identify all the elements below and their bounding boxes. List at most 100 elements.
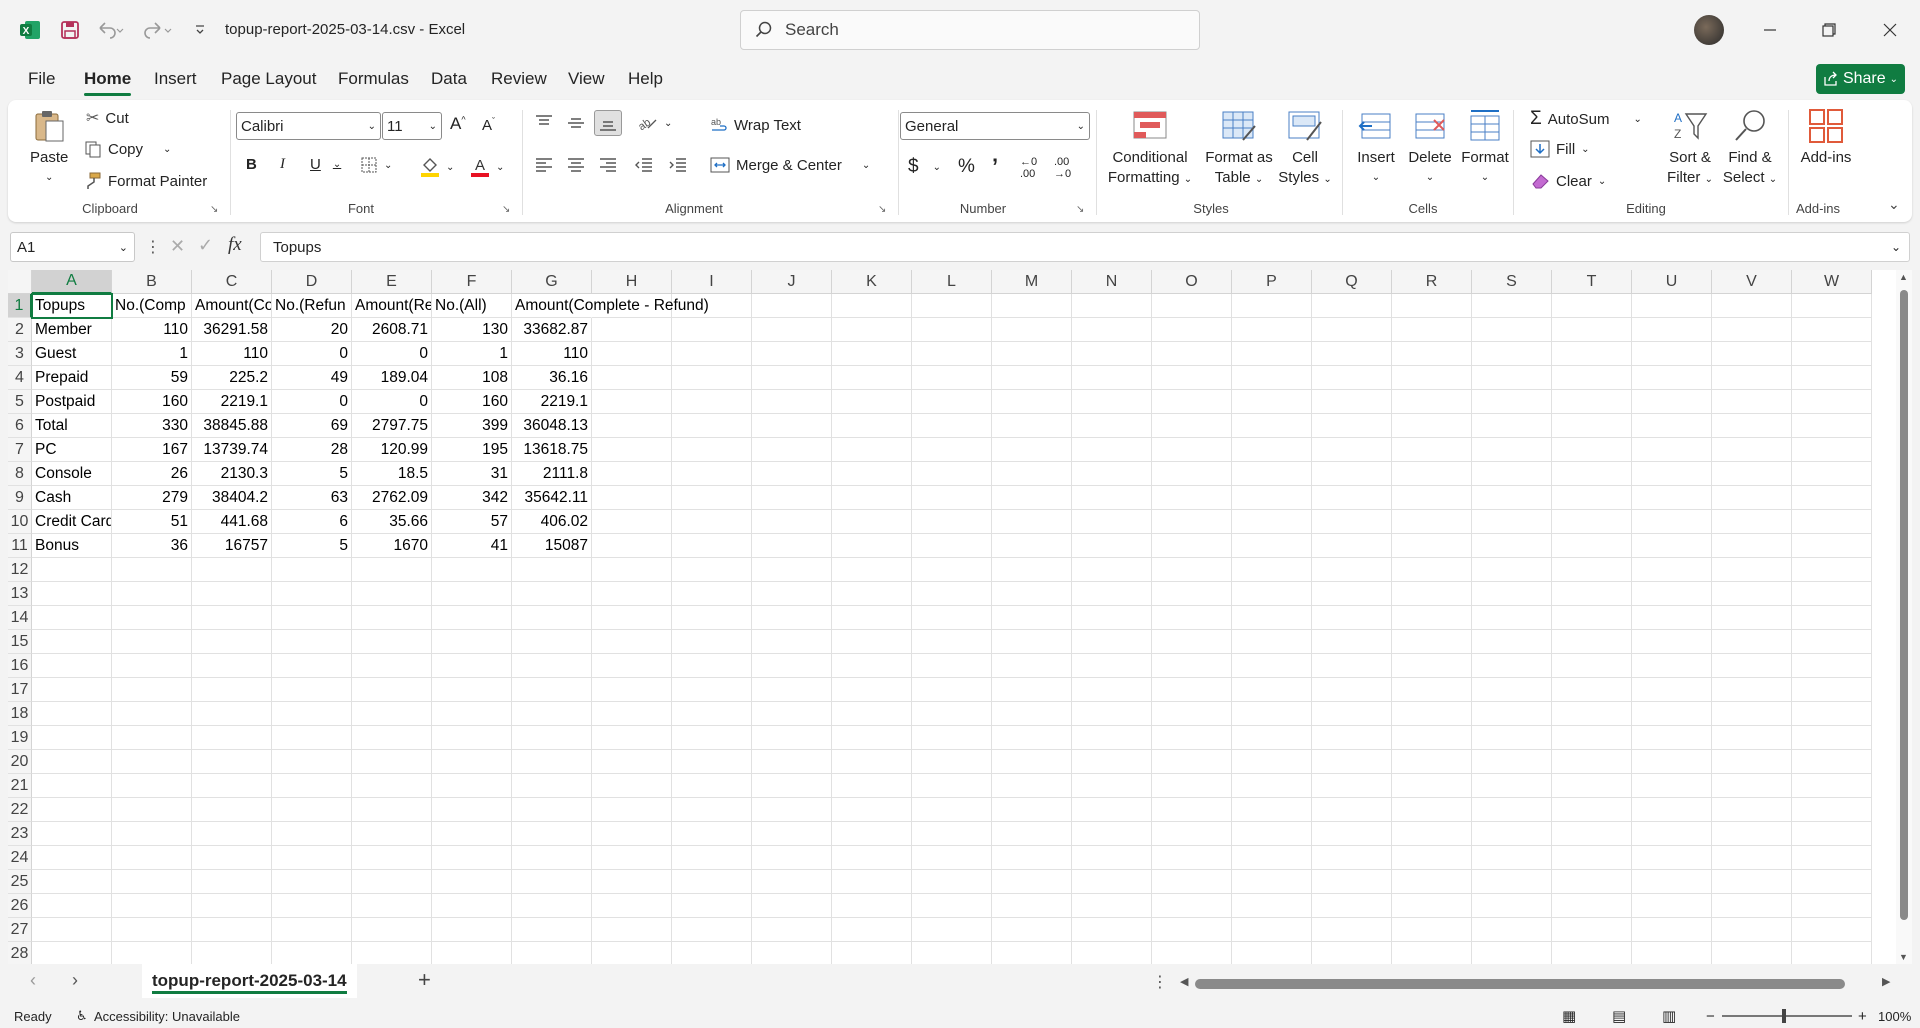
cell-w14[interactable]	[1792, 606, 1872, 630]
cell-u16[interactable]	[1632, 654, 1712, 678]
cell-k23[interactable]	[832, 822, 912, 846]
cell-e13[interactable]	[352, 582, 432, 606]
cell-u5[interactable]	[1632, 390, 1712, 414]
cell-h4[interactable]	[592, 366, 672, 390]
cell-s13[interactable]	[1472, 582, 1552, 606]
cell-r15[interactable]	[1392, 630, 1472, 654]
cell-c17[interactable]	[192, 678, 272, 702]
cell-o17[interactable]	[1152, 678, 1232, 702]
cell-l13[interactable]	[912, 582, 992, 606]
cell-s2[interactable]	[1472, 318, 1552, 342]
column-header-a[interactable]: A	[32, 270, 112, 294]
cell-k8[interactable]	[832, 462, 912, 486]
cell-f7[interactable]: 195	[432, 438, 512, 462]
cell-a23[interactable]	[32, 822, 112, 846]
cell-o28[interactable]	[1152, 942, 1232, 964]
cell-p16[interactable]	[1232, 654, 1312, 678]
align-middle-button[interactable]	[566, 114, 586, 132]
delete-cells-button[interactable]: Delete ⌄	[1404, 108, 1456, 188]
cell-g14[interactable]	[512, 606, 592, 630]
cell-r2[interactable]	[1392, 318, 1472, 342]
cell-q15[interactable]	[1312, 630, 1392, 654]
cell-d22[interactable]	[272, 798, 352, 822]
cell-k26[interactable]	[832, 894, 912, 918]
row-header[interactable]: 3	[8, 342, 32, 366]
cell-t2[interactable]	[1552, 318, 1632, 342]
increase-indent-button[interactable]	[668, 156, 688, 174]
bold-button[interactable]: B	[246, 156, 257, 173]
cell-n6[interactable]	[1072, 414, 1152, 438]
cell-j11[interactable]	[752, 534, 832, 558]
column-header-w[interactable]: W	[1792, 270, 1872, 294]
cell-b28[interactable]	[112, 942, 192, 964]
cell-t9[interactable]	[1552, 486, 1632, 510]
cell-g9[interactable]: 35642.11	[512, 486, 592, 510]
cell-n1[interactable]	[1072, 294, 1152, 318]
cell-w23[interactable]	[1792, 822, 1872, 846]
cell-j22[interactable]	[752, 798, 832, 822]
cell-i19[interactable]	[672, 726, 752, 750]
cell-q24[interactable]	[1312, 846, 1392, 870]
fill-button[interactable]: Fill ⌄	[1530, 140, 1590, 158]
cell-h5[interactable]	[592, 390, 672, 414]
cell-v19[interactable]	[1712, 726, 1792, 750]
cell-h14[interactable]	[592, 606, 672, 630]
cell-e20[interactable]	[352, 750, 432, 774]
cell-b19[interactable]	[112, 726, 192, 750]
cell-q22[interactable]	[1312, 798, 1392, 822]
row-header[interactable]: 22	[8, 798, 32, 822]
cell-l12[interactable]	[912, 558, 992, 582]
cell-s22[interactable]	[1472, 798, 1552, 822]
cell-u17[interactable]	[1632, 678, 1712, 702]
row-header[interactable]: 7	[8, 438, 32, 462]
cell-c8[interactable]: 2130.3	[192, 462, 272, 486]
cell-b17[interactable]	[112, 678, 192, 702]
cell-d8[interactable]: 5	[272, 462, 352, 486]
cell-o25[interactable]	[1152, 870, 1232, 894]
cell-i25[interactable]	[672, 870, 752, 894]
scroll-left-icon[interactable]: ◀	[1180, 975, 1188, 988]
sheet-tab-topup-report[interactable]: topup-report-2025-03-14	[142, 964, 357, 998]
cell-l5[interactable]	[912, 390, 992, 414]
cell-q7[interactable]	[1312, 438, 1392, 462]
cell-s28[interactable]	[1472, 942, 1552, 964]
column-header-f[interactable]: F	[432, 270, 512, 294]
cell-m10[interactable]	[992, 510, 1072, 534]
cell-e9[interactable]: 2762.09	[352, 486, 432, 510]
cell-s26[interactable]	[1472, 894, 1552, 918]
decrease-indent-button[interactable]	[634, 156, 654, 174]
cell-w5[interactable]	[1792, 390, 1872, 414]
italic-button[interactable]: I	[280, 156, 285, 173]
increase-font-button[interactable]: A^	[450, 114, 466, 134]
cell-w7[interactable]	[1792, 438, 1872, 462]
cell-p23[interactable]	[1232, 822, 1312, 846]
user-avatar[interactable]	[1694, 15, 1724, 45]
cell-i8[interactable]	[672, 462, 752, 486]
cell-m7[interactable]	[992, 438, 1072, 462]
cell-l28[interactable]	[912, 942, 992, 964]
row-header[interactable]: 14	[8, 606, 32, 630]
row-header[interactable]: 9	[8, 486, 32, 510]
percent-button[interactable]: %	[958, 156, 975, 178]
cell-m5[interactable]	[992, 390, 1072, 414]
cell-m19[interactable]	[992, 726, 1072, 750]
cell-i18[interactable]	[672, 702, 752, 726]
cell-q26[interactable]	[1312, 894, 1392, 918]
cell-t25[interactable]	[1552, 870, 1632, 894]
cell-w16[interactable]	[1792, 654, 1872, 678]
cell-u7[interactable]	[1632, 438, 1712, 462]
cell-t6[interactable]	[1552, 414, 1632, 438]
cell-u18[interactable]	[1632, 702, 1712, 726]
cell-u9[interactable]	[1632, 486, 1712, 510]
cell-w26[interactable]	[1792, 894, 1872, 918]
row-header[interactable]: 13	[8, 582, 32, 606]
cell-c5[interactable]: 2219.1	[192, 390, 272, 414]
column-header-l[interactable]: L	[912, 270, 992, 294]
cell-w13[interactable]	[1792, 582, 1872, 606]
previous-sheet-icon[interactable]: ‹	[30, 970, 36, 991]
cell-t22[interactable]	[1552, 798, 1632, 822]
cell-g1[interactable]: Amount(Complete - Refund)	[512, 294, 709, 318]
cell-v1[interactable]	[1712, 294, 1792, 318]
cell-u15[interactable]	[1632, 630, 1712, 654]
cell-g27[interactable]	[512, 918, 592, 942]
